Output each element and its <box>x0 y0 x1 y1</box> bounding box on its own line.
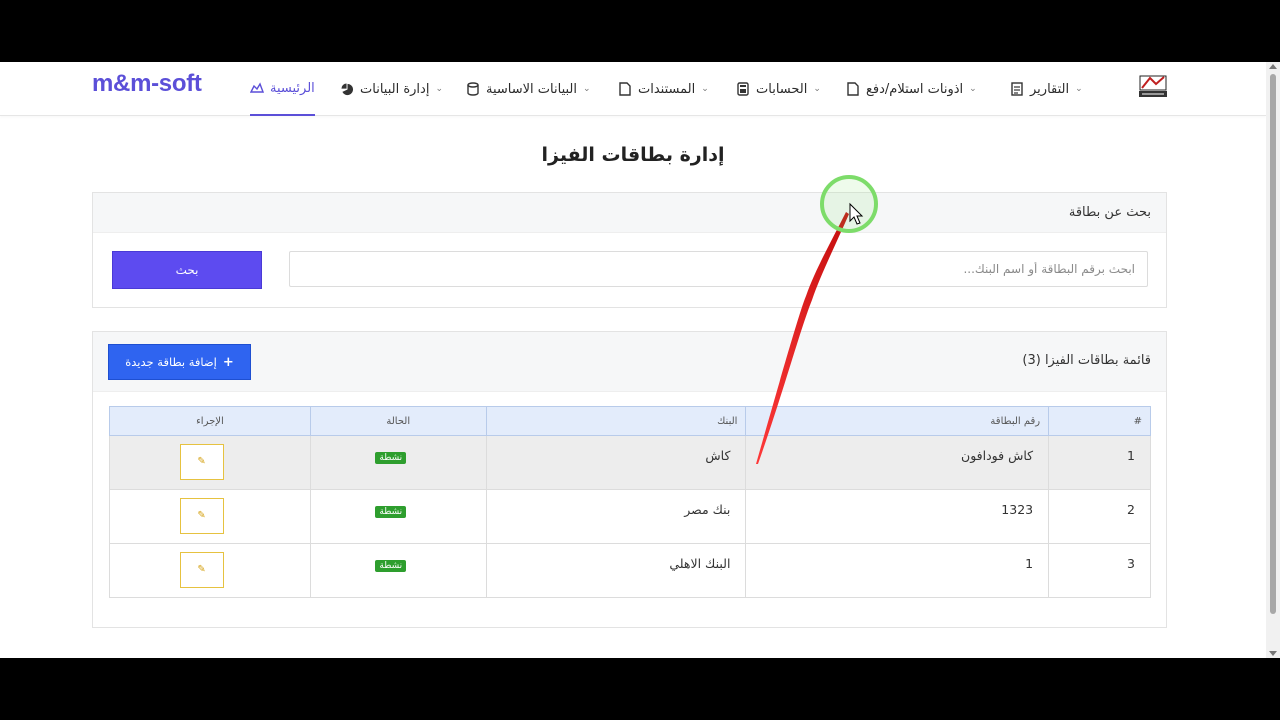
cell-status: نشطة <box>309 489 487 544</box>
file-icon <box>618 82 632 96</box>
add-card-label: إضافة بطاقة جديدة <box>125 355 217 369</box>
nav-item-documents[interactable]: ⌄ المستندات <box>618 62 709 116</box>
page-title: إدارة بطاقات الفيزا <box>541 144 725 166</box>
table-row[interactable]: 2 1323 بنك مصر نشطة ✎ <box>109 489 1151 544</box>
search-card: بحث عن بطاقة بحث <box>92 192 1167 308</box>
search-card-title: بحث عن بطاقة <box>1068 205 1151 220</box>
file-icon <box>846 82 860 96</box>
edit-icon: ✎ <box>197 456 206 467</box>
browser-viewport: m&m-soft الرئيسية ⌄ إدارة البيانات ⌄ الب… <box>0 62 1280 658</box>
nav-master-data-label: البيانات الاساسية <box>486 81 577 97</box>
database-icon <box>466 82 480 96</box>
table-row[interactable]: 1 كاش فودافون كاش نشطة ✎ <box>109 435 1151 490</box>
nav-item-home[interactable]: الرئيسية <box>250 62 315 116</box>
edit-icon: ✎ <box>197 510 206 521</box>
cards-table: # رقم البطاقة البنك الحالة الإجراء 1 كاش… <box>109 406 1151 598</box>
chevron-down-icon: ⌄ <box>1075 84 1083 94</box>
cell-card-number: 1323 <box>745 489 1050 544</box>
edit-button[interactable]: ✎ <box>180 552 225 588</box>
cell-action: ✎ <box>109 435 311 490</box>
cell-bank: البنك الاهلي <box>485 543 747 598</box>
pie-chart-icon <box>340 82 354 96</box>
add-card-button[interactable]: + إضافة بطاقة جديدة <box>108 344 251 380</box>
cell-card-number: 1 <box>745 543 1050 598</box>
cell-card-number: كاش فودافون <box>745 435 1050 490</box>
col-header-status[interactable]: الحالة <box>309 406 487 436</box>
chevron-down-icon: ⌄ <box>435 84 443 94</box>
cell-bank: كاش <box>485 435 747 490</box>
nav-item-master-data[interactable]: ⌄ البيانات الاساسية <box>466 62 591 116</box>
list-card-header: قائمة بطاقات الفيزا (3) + إضافة بطاقة جد… <box>93 332 1166 392</box>
status-badge: نشطة <box>375 506 407 518</box>
chevron-down-icon: ⌄ <box>813 84 821 94</box>
scroll-down-arrow-icon[interactable] <box>1269 651 1277 656</box>
list-title: قائمة بطاقات الفيزا (3) <box>1022 353 1151 368</box>
cell-action: ✎ <box>109 489 311 544</box>
status-badge: نشطة <box>375 560 407 572</box>
search-button[interactable]: بحث <box>112 251 262 289</box>
report-icon <box>1010 82 1024 96</box>
vertical-scrollbar[interactable] <box>1266 62 1280 658</box>
calculator-icon <box>736 82 750 96</box>
cell-status: نشطة <box>309 543 487 598</box>
edit-button[interactable]: ✎ <box>180 498 225 534</box>
brand-logo-text[interactable]: m&m-soft <box>92 70 202 98</box>
top-navbar: m&m-soft الرئيسية ⌄ إدارة البيانات ⌄ الب… <box>0 62 1266 116</box>
col-header-index[interactable]: # <box>1048 406 1151 436</box>
status-badge: نشطة <box>375 452 407 464</box>
edit-icon: ✎ <box>197 564 206 575</box>
nav-item-accounts[interactable]: ⌄ الحسابات <box>736 62 821 116</box>
chevron-down-icon: ⌄ <box>969 84 977 94</box>
nav-item-vouchers[interactable]: ⌄ اذونات استلام/دفع <box>846 62 977 116</box>
col-header-card-number[interactable]: رقم البطاقة <box>745 406 1050 436</box>
table-row[interactable]: 3 1 البنك الاهلي نشطة ✎ <box>109 543 1151 598</box>
cell-index: 3 <box>1048 543 1151 598</box>
col-header-bank[interactable]: البنك <box>485 406 747 436</box>
plus-icon: + <box>222 354 234 370</box>
cell-index: 2 <box>1048 489 1151 544</box>
nav-item-data-management[interactable]: ⌄ إدارة البيانات <box>340 62 443 116</box>
cards-list-card: قائمة بطاقات الفيزا (3) + إضافة بطاقة جد… <box>92 331 1167 628</box>
search-input[interactable] <box>289 251 1148 287</box>
nav-accounts-label: الحسابات <box>756 81 808 97</box>
nav-vouchers-label: اذونات استلام/دفع <box>866 81 964 97</box>
cell-status: نشطة <box>309 435 487 490</box>
scroll-up-arrow-icon[interactable] <box>1269 64 1277 69</box>
chevron-down-icon: ⌄ <box>583 84 591 94</box>
nav-home-label: الرئيسية <box>270 80 315 96</box>
nav-reports-label: التقارير <box>1030 81 1070 97</box>
table-header-row: # رقم البطاقة البنك الحالة الإجراء <box>109 406 1151 436</box>
cell-bank: بنك مصر <box>485 489 747 544</box>
col-header-action[interactable]: الإجراء <box>109 406 311 436</box>
cell-action: ✎ <box>109 543 311 598</box>
company-logo[interactable] <box>1136 72 1170 100</box>
home-icon <box>250 81 264 95</box>
nav-documents-label: المستندات <box>638 81 696 97</box>
scrollbar-thumb[interactable] <box>1270 74 1276 614</box>
search-card-header: بحث عن بطاقة <box>93 193 1166 233</box>
nav-item-reports[interactable]: ⌄ التقارير <box>1010 62 1083 116</box>
cell-index: 1 <box>1048 435 1151 490</box>
chevron-down-icon: ⌄ <box>701 84 709 94</box>
nav-data-management-label: إدارة البيانات <box>360 81 430 97</box>
edit-button[interactable]: ✎ <box>180 444 225 480</box>
